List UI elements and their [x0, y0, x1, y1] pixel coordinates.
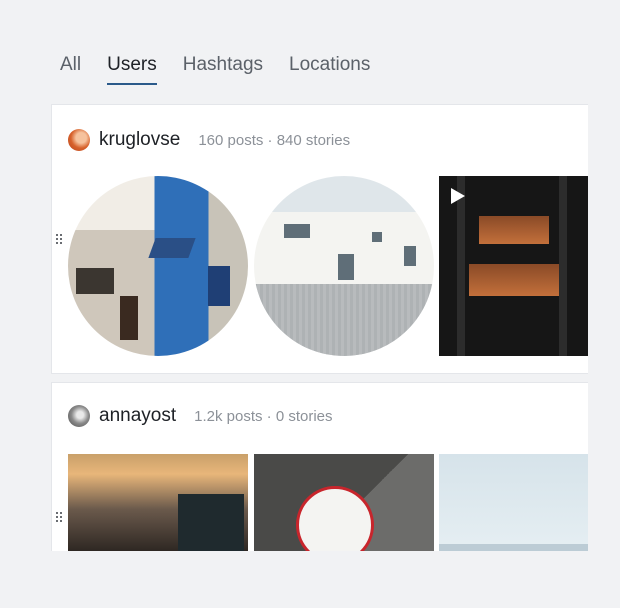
user-stats: 160 posts · 840 stories — [198, 131, 351, 149]
user-stats: 1.2k posts · 0 stories — [194, 407, 333, 425]
username[interactable]: kruglovse — [99, 129, 180, 151]
tab-locations[interactable]: Locations — [289, 52, 370, 85]
post-thumbnail[interactable] — [254, 454, 434, 551]
post-thumbnail[interactable] — [68, 454, 248, 551]
play-icon — [451, 188, 465, 204]
username[interactable]: annayost — [99, 405, 176, 427]
tab-hashtags[interactable]: Hashtags — [183, 52, 263, 85]
search-tabs: All Users Hashtags Locations — [60, 52, 370, 85]
post-thumbnail[interactable] — [439, 454, 588, 551]
drag-handle-icon[interactable] — [56, 512, 64, 524]
drag-handle-icon[interactable] — [56, 234, 64, 246]
user-header[interactable]: kruglovse 160 posts · 840 stories — [68, 129, 350, 151]
user-result-card: kruglovse 160 posts · 840 stories — [51, 104, 588, 374]
avatar[interactable] — [68, 129, 90, 151]
user-header[interactable]: annayost 1.2k posts · 0 stories — [68, 405, 333, 427]
tab-all[interactable]: All — [60, 52, 81, 85]
story-thumbnail[interactable] — [254, 176, 434, 356]
tab-users[interactable]: Users — [107, 52, 157, 85]
user-result-card: annayost 1.2k posts · 0 stories — [51, 382, 588, 551]
story-thumbnail[interactable] — [68, 176, 248, 356]
post-thumbnail[interactable] — [439, 176, 588, 356]
avatar[interactable] — [68, 405, 90, 427]
